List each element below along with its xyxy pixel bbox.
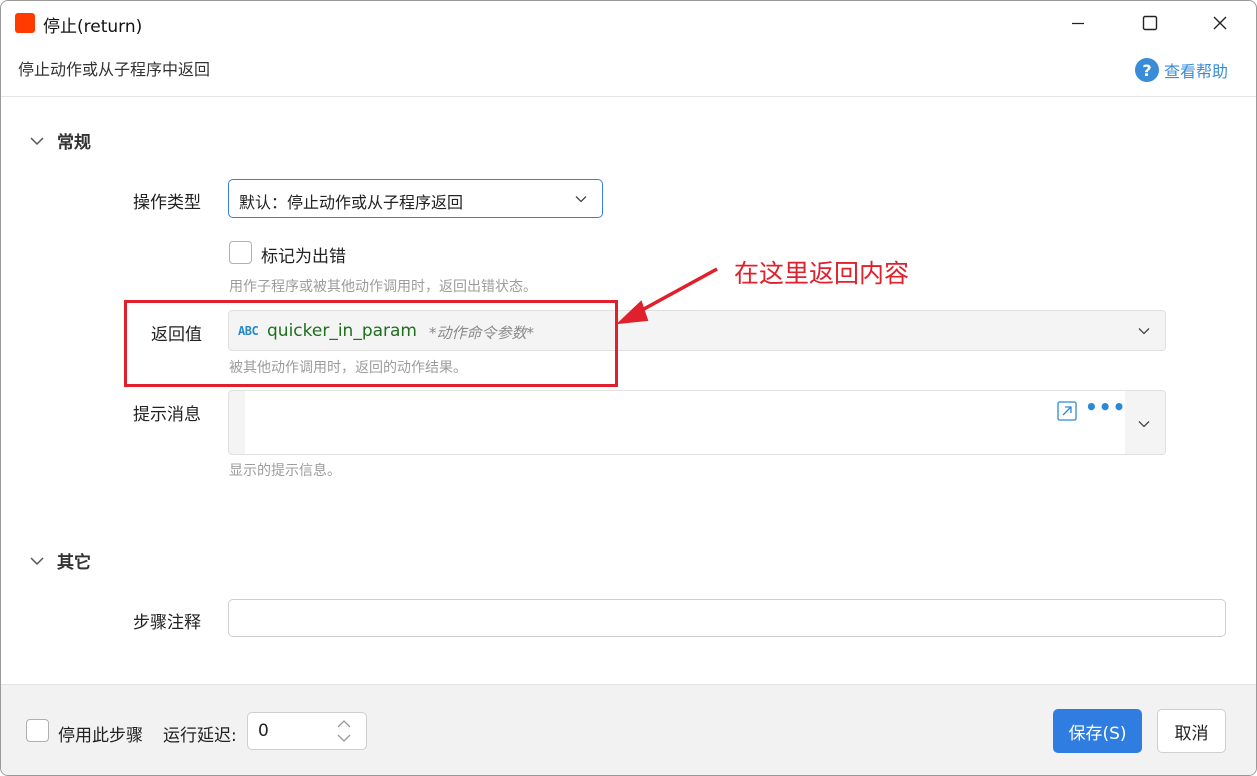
chevron-down-icon[interactable] (1137, 417, 1151, 431)
section-general-header[interactable]: 常规 (29, 128, 91, 153)
message-field: ••• (228, 390, 1166, 455)
message-hint: 显示的提示信息。 (229, 463, 341, 479)
mark-error-label: 标记为出错 (261, 247, 346, 267)
op-type-value: 默认：停止动作或从子程序返回 (239, 193, 464, 212)
mark-error-hint: 用作子程序或被其他动作调用时，返回出错状态。 (229, 279, 537, 295)
disable-step-label: 停用此步骤 (58, 726, 143, 746)
dialog-window: 停止(return) 停止动作或从子程序中返回 ? 查看帮助 常规 操作类型 默… (0, 0, 1257, 776)
chevron-down-icon (30, 136, 44, 145)
cancel-button[interactable]: 取消 (1157, 709, 1226, 753)
close-button[interactable] (1197, 1, 1243, 45)
help-link[interactable]: ? 查看帮助 (1135, 58, 1228, 82)
run-delay-label: 运行延迟: (163, 726, 237, 746)
help-label: 查看帮助 (1164, 62, 1229, 81)
minimize-button[interactable] (1055, 1, 1101, 45)
app-icon (15, 13, 35, 33)
section-other-header[interactable]: 其它 (29, 548, 91, 573)
step-note-input[interactable] (228, 599, 1226, 637)
disable-step-checkbox[interactable] (26, 719, 49, 742)
divider (1, 96, 1256, 97)
op-type-label: 操作类型 (133, 193, 201, 213)
maximize-button[interactable] (1127, 1, 1173, 45)
expand-icon[interactable] (1057, 401, 1077, 421)
annotation-text: 在这里返回内容 (734, 259, 910, 288)
step-note-label: 步骤注释 (133, 613, 201, 633)
help-icon: ? (1135, 58, 1159, 82)
window-title: 停止(return) (43, 17, 143, 37)
run-delay-value: 0 (258, 721, 269, 741)
section-other-title: 其它 (57, 553, 91, 573)
title-bar: 停止(return) (1, 1, 1256, 45)
annotation-highlight-box (124, 300, 618, 387)
chevron-down-icon (30, 556, 44, 565)
section-general-title: 常规 (57, 133, 91, 153)
save-button[interactable]: 保存(S) (1053, 709, 1142, 753)
minimize-icon (1072, 22, 1084, 25)
close-icon (1213, 16, 1227, 30)
window-subtitle: 停止动作或从子程序中返回 (18, 60, 211, 79)
annotation-arrow-icon (616, 267, 718, 325)
op-type-select[interactable]: 默认：停止动作或从子程序返回 (228, 179, 603, 218)
maximize-icon (1142, 15, 1158, 31)
run-delay-stepper[interactable]: 0 (247, 712, 367, 750)
mark-error-checkbox[interactable] (229, 241, 252, 264)
message-label: 提示消息 (133, 405, 201, 425)
stepper-arrows-icon[interactable] (336, 718, 352, 744)
footer-bar: 停用此步骤 运行延迟: 0 保存(S) 取消 (1, 684, 1256, 775)
message-input[interactable] (245, 391, 1125, 454)
chevron-down-icon (575, 196, 587, 203)
chevron-down-icon (1138, 328, 1150, 335)
more-options-button[interactable]: ••• (1085, 395, 1126, 419)
